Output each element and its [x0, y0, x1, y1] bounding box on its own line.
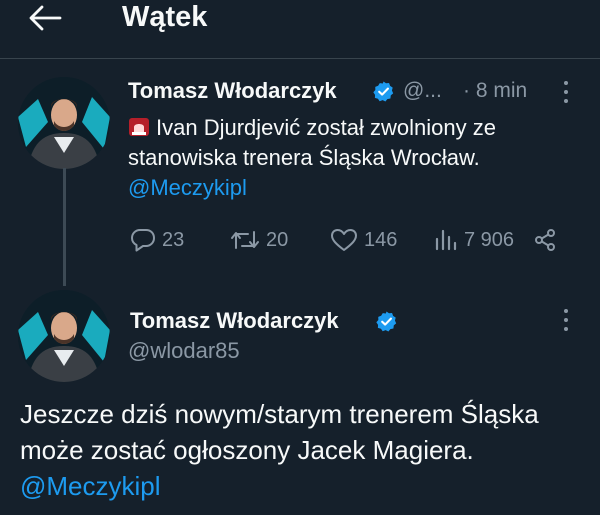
reply-count: 23: [162, 228, 185, 251]
verified-badge-icon: [376, 311, 397, 332]
author-handle[interactable]: @...: [403, 78, 442, 104]
views-count: 7 906: [464, 228, 515, 251]
tweet-text: Jeszcze dziś nowym/starym trenerem Śląsk…: [20, 396, 580, 504]
tweet-text-content: Ivan Djurdjević został zwolniony ze stan…: [128, 115, 496, 170]
more-options-button[interactable]: [558, 79, 574, 105]
author-handle[interactable]: @wlodar85: [128, 338, 240, 364]
retweet-count: 20: [266, 228, 289, 251]
share-button[interactable]: [533, 225, 563, 255]
tweet-text: Ivan Djurdjević został zwolniony ze stan…: [128, 113, 583, 203]
heart-icon: [331, 229, 357, 251]
avatar[interactable]: [18, 77, 110, 169]
page-title: Wątek: [122, 1, 208, 33]
header-divider: [0, 58, 600, 59]
arrow-left-icon: [29, 5, 62, 31]
views-chart-icon: [435, 229, 457, 251]
author-name[interactable]: Tomasz Włodarczyk: [130, 308, 339, 334]
more-options-button[interactable]: [558, 307, 574, 333]
back-button[interactable]: [24, 4, 64, 32]
tweet-text-content: Jeszcze dziś nowym/starym trenerem Śląsk…: [20, 399, 539, 465]
share-icon: [535, 229, 555, 251]
verified-badge-icon: [373, 81, 394, 102]
top-bar: Wątek: [0, 0, 600, 56]
reply-icon: [131, 229, 155, 252]
reply-button[interactable]: 23: [130, 225, 184, 255]
mention-link[interactable]: @Meczykipl: [20, 471, 161, 501]
siren-icon: [129, 118, 149, 136]
views-button[interactable]: 7 906: [434, 225, 514, 255]
like-count: 146: [364, 228, 398, 251]
retweet-button[interactable]: 20: [230, 225, 288, 255]
author-name[interactable]: Tomasz Włodarczyk: [128, 78, 337, 104]
tweet-timestamp[interactable]: · 8 min: [463, 78, 527, 104]
retweet-icon: [231, 231, 259, 249]
like-button[interactable]: 146: [330, 225, 397, 255]
mention-link[interactable]: @Meczykipl: [128, 175, 247, 200]
thread-connector-line: [63, 168, 66, 286]
avatar[interactable]: [18, 290, 110, 382]
